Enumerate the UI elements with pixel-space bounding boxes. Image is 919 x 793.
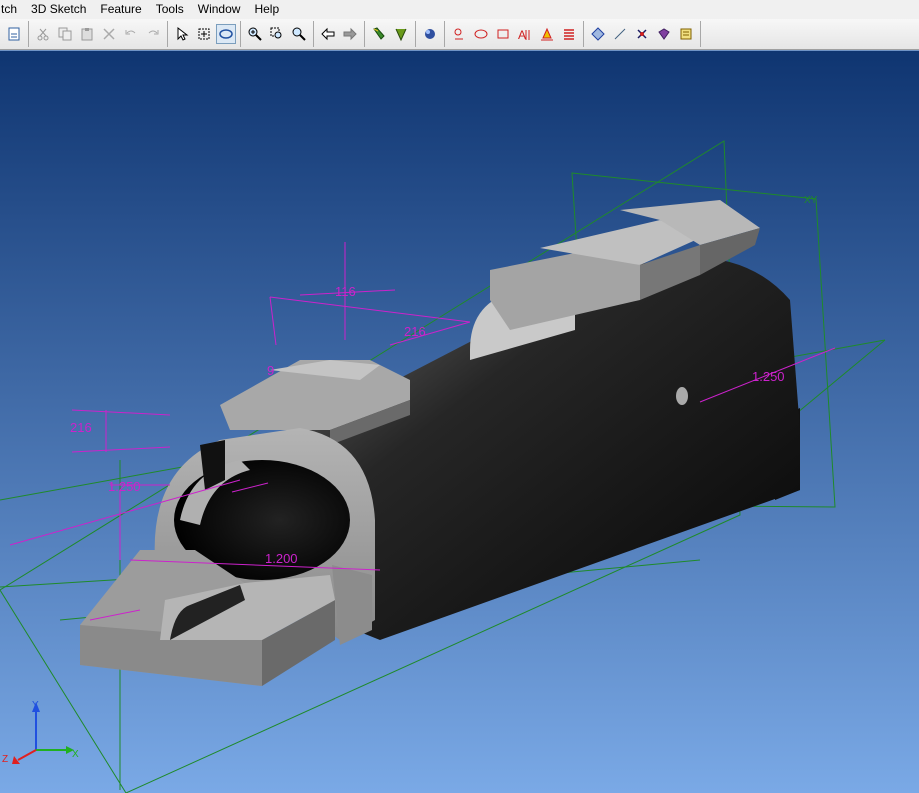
ellipse-icon [474,29,488,39]
rotate-view-icon [219,29,233,39]
line-tool-icon [614,28,626,40]
undo-icon [125,30,136,35]
dimension-1250-bore: 1.250 [108,479,141,494]
dimension-216-top: 216 [404,324,426,339]
zoom-window-button[interactable] [267,24,287,44]
text-icon: A [518,28,530,42]
wireframe-part-icon [395,28,407,42]
select-box-icon [198,28,210,40]
wireframe-part-button[interactable] [391,24,411,44]
zoom-in-icon [248,27,262,41]
menu-tools[interactable]: Tools [149,0,191,19]
menu-window[interactable]: Window [191,0,248,19]
toolbar-group [168,21,241,47]
rectangle-icon [497,29,509,39]
new-document-button[interactable] [4,24,24,44]
toolbar-group [0,21,29,47]
menu-help[interactable]: Help [247,0,286,19]
sketch-line-button[interactable] [449,24,469,44]
properties-button[interactable] [676,24,696,44]
dimension-1200: 1.200 [265,551,298,566]
paste-icon [81,28,93,41]
undo-button[interactable] [121,24,141,44]
copy-button[interactable] [55,24,75,44]
redo-button[interactable] [143,24,163,44]
toolbar-group [365,21,416,47]
delete-icon [103,28,115,40]
dimension-116: 116 [335,284,356,299]
sketch-line-icon [454,28,463,40]
zoom-fit-button[interactable] [289,24,309,44]
next-view-icon [343,27,357,41]
sketch-fill-button[interactable] [537,24,557,44]
stripes-icon [564,29,574,40]
sketch-fill-icon [541,27,553,41]
delete-button[interactable] [99,24,119,44]
select-box-button[interactable] [194,24,214,44]
menu-tch[interactable]: tch [0,0,24,19]
redo-icon [148,30,159,35]
dimension-1250-hole: 1.250 [752,369,785,384]
main-toolbar: A [0,19,919,50]
toolbar-group [584,21,701,47]
next-view-button[interactable] [340,24,360,44]
previous-view-button[interactable] [318,24,338,44]
shade-part-icon [373,27,385,40]
render-button[interactable] [420,24,440,44]
menu-3d-sketch[interactable]: 3D Sketch [24,0,93,19]
toolbar-group: A [445,21,584,47]
decal-button[interactable] [654,24,674,44]
shade-part-button[interactable] [369,24,389,44]
plane-button[interactable] [588,24,608,44]
toolbar-group [29,21,168,47]
menu-feature[interactable]: Feature [93,0,148,19]
menu-bar: tch 3D Sketch Feature Tools Window Help [0,0,919,19]
rotate-view-button[interactable] [216,24,236,44]
axis-label-z: Z [2,754,8,765]
dimension-216-left: 216 [70,420,92,435]
toolbar-group [241,21,314,47]
dimension-9: 9 [267,363,274,378]
select-arrow-icon [177,26,189,41]
rectangle-button[interactable] [493,24,513,44]
toolbar-group [416,21,445,47]
copy-icon [58,27,72,41]
ellipse-button[interactable] [471,24,491,44]
stripes-button[interactable] [559,24,579,44]
plane-icon [591,27,605,41]
new-document-icon [8,27,20,41]
paste-button[interactable] [77,24,97,44]
3d-scene[interactable]: XY 116 216 9 216 1.250 1.200 1.250 Y X Z [0,51,919,793]
select-arrow-button[interactable] [172,24,192,44]
axis-label-y: Y [32,700,39,711]
zoom-window-icon [270,27,282,39]
toolbar-group [314,21,365,47]
render-icon [425,29,435,39]
intersect-icon [637,29,647,39]
decal-icon [658,28,670,40]
properties-icon [680,28,692,40]
line-tool-button[interactable] [610,24,630,44]
axis-label-x: X [72,749,79,760]
zoom-fit-icon [292,27,306,41]
plane-label: XY [804,195,818,206]
svg-text:A: A [518,28,526,42]
intersect-button[interactable] [632,24,652,44]
cut-icon [37,28,49,41]
3d-viewport[interactable]: XY 116 216 9 216 1.250 1.200 1.250 Y X Z [0,51,919,793]
cut-button[interactable] [33,24,53,44]
zoom-in-button[interactable] [245,24,265,44]
previous-view-icon [321,27,335,41]
text-button[interactable]: A [515,24,535,44]
